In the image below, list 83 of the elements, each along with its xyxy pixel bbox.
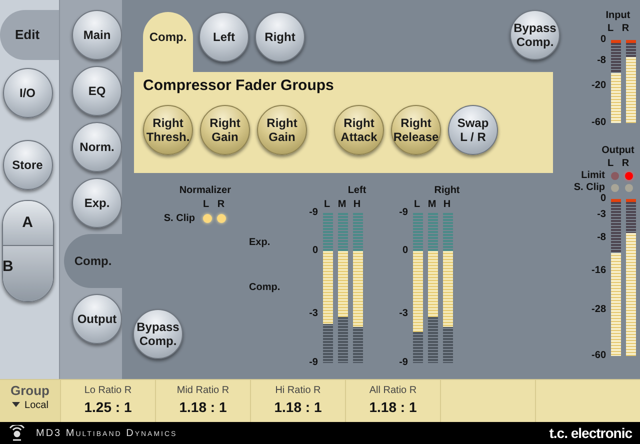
- parameter-label: Mid Ratio R: [176, 385, 230, 396]
- meter-title: Right: [433, 185, 461, 196]
- expansion-meter: [353, 213, 363, 250]
- normalizer-label: Normalizer: [179, 185, 231, 196]
- channel-label: R: [620, 158, 630, 169]
- band-label: M: [427, 199, 437, 212]
- scale-label: -9: [399, 208, 408, 218]
- preset-button[interactable]: B: [2, 246, 52, 301]
- scale-label: 0: [402, 246, 408, 256]
- band-label: L: [322, 199, 332, 212]
- menu-button[interactable]: I/O: [2, 68, 52, 118]
- dropdown-arrow-icon: [12, 402, 20, 408]
- group-button[interactable]: Right Release: [391, 105, 441, 155]
- group-button[interactable]: Right Attack: [334, 105, 384, 155]
- scale-label: -60: [592, 351, 606, 361]
- group-button[interactable]: Right Thresh.: [143, 105, 193, 155]
- channel-label: L: [202, 199, 210, 210]
- parameter-value: 1.18 : 1: [369, 399, 417, 416]
- page-button[interactable]: Exp.: [72, 178, 122, 228]
- parameter-value: 1.25 : 1: [84, 399, 132, 416]
- clip-label: S. Clip: [164, 213, 195, 224]
- scale-label: 0: [600, 35, 606, 45]
- parameter-value: 1.18 : 1: [179, 399, 227, 416]
- swap-button[interactable]: Swap L / R: [448, 105, 498, 155]
- parameter-value: 1.18 : 1: [274, 399, 322, 416]
- page-button[interactable]: EQ: [72, 66, 122, 116]
- tab[interactable]: Right: [255, 12, 305, 62]
- menu-button[interactable]: Store: [2, 140, 52, 190]
- channel-label: R: [216, 199, 226, 210]
- scale-label: -60: [592, 118, 606, 128]
- zone-label: Comp.: [249, 282, 280, 293]
- tab[interactable]: Comp.: [143, 12, 193, 72]
- bypass-button[interactable]: Bypass Comp.: [133, 309, 183, 360]
- edit-tab[interactable]: Edit: [0, 10, 59, 60]
- expansion-meter: [413, 213, 423, 250]
- scale-label: -3: [399, 308, 408, 318]
- page-button[interactable]: Output: [72, 294, 122, 344]
- page-button[interactable]: Main: [72, 10, 122, 60]
- scale-label: 0: [312, 246, 318, 256]
- group-button[interactable]: Right Gain: [200, 105, 250, 155]
- band-label: H: [442, 199, 452, 212]
- scale-label: -28: [592, 305, 606, 316]
- scale-label: -9: [309, 358, 318, 368]
- scale-label: -9: [309, 208, 318, 218]
- expansion-meter: [338, 213, 348, 250]
- parameter-label: Hi Ratio R: [275, 385, 321, 396]
- scale-label: -3: [309, 308, 318, 318]
- scale-label: -8: [597, 56, 606, 66]
- expansion-meter: [323, 213, 333, 250]
- page-button[interactable]: Norm.: [72, 122, 122, 172]
- tab[interactable]: Left: [199, 12, 249, 62]
- band-label: H: [352, 199, 362, 212]
- channel-label: R: [620, 23, 630, 34]
- channel-label: L: [606, 23, 615, 34]
- panel-title: Compressor Fader Groups: [143, 77, 335, 94]
- scale-label: -9: [399, 358, 408, 368]
- band-label: M: [337, 199, 347, 212]
- bypass-button[interactable]: Bypass Comp.: [510, 10, 560, 60]
- parameter-label: All Ratio R: [369, 385, 417, 396]
- group-button[interactable]: Right Gain: [257, 105, 307, 155]
- scale-label: -8: [597, 233, 606, 244]
- band-label: L: [412, 199, 422, 212]
- meter-title: Output: [600, 145, 636, 156]
- meter-title: Left: [346, 185, 368, 196]
- page-tab[interactable]: Comp.: [64, 234, 122, 288]
- channel-label: L: [606, 158, 615, 169]
- scale-label: 0: [600, 194, 606, 204]
- indicator-label: Limit: [581, 170, 605, 181]
- scale-label: -20: [592, 80, 606, 91]
- scale-label: -16: [592, 266, 606, 276]
- signal-logo-icon: [8, 425, 26, 442]
- zone-label: Exp.: [249, 237, 270, 248]
- scale-label: -3: [597, 210, 606, 220]
- product-name: MD3 Multiband Dynamics: [36, 428, 178, 439]
- parameter-label: Lo Ratio R: [84, 385, 132, 396]
- group-dropdown[interactable]: Local: [12, 400, 48, 412]
- meter-title: Input: [604, 10, 632, 21]
- preset-button[interactable]: A: [2, 201, 52, 246]
- indicator-label: S. Clip: [574, 182, 605, 193]
- expansion-meter: [428, 213, 438, 250]
- expansion-meter: [443, 213, 453, 250]
- brand-name: t.c. electronic: [549, 425, 632, 442]
- group-label: Group: [10, 383, 50, 398]
